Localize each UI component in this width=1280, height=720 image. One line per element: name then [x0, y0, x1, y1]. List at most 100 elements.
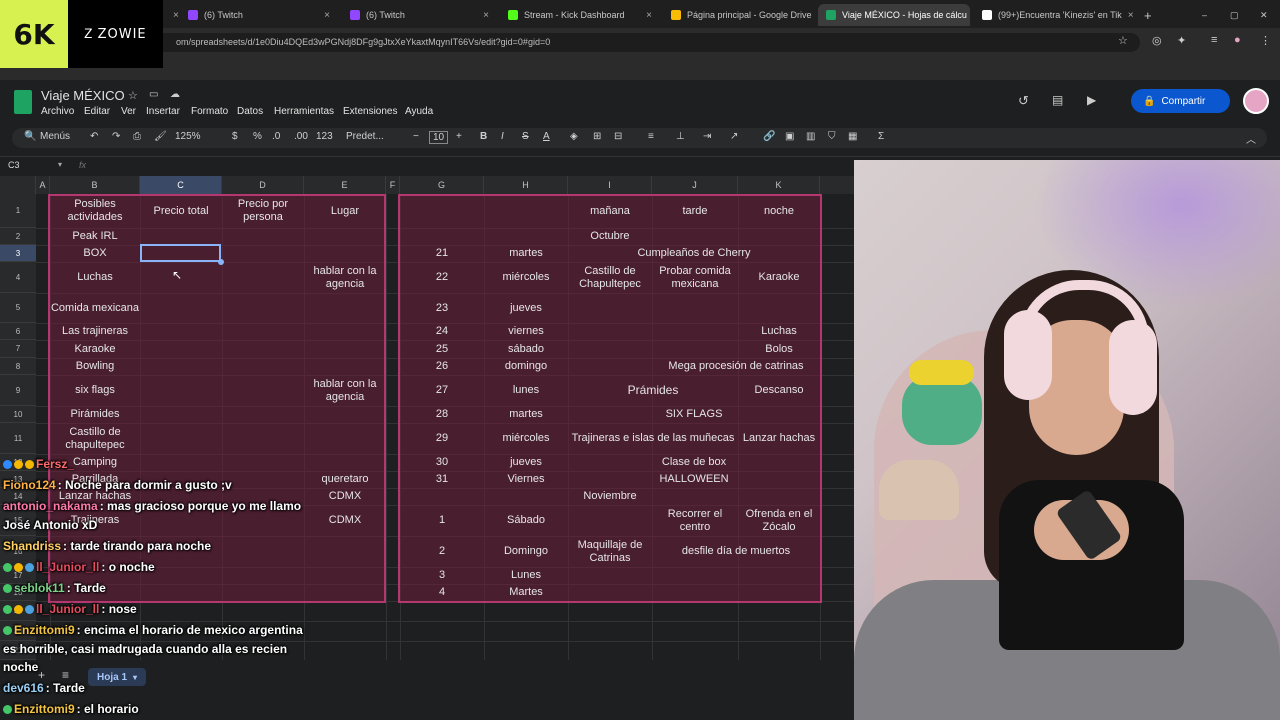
bookmark-star-icon[interactable]: ☆ — [1118, 34, 1128, 47]
minimize-icon[interactable]: – — [1194, 4, 1214, 26]
move-folder-icon[interactable]: ▭ — [149, 89, 158, 100]
header-morning[interactable]: mañana — [568, 194, 652, 228]
zoom-select[interactable]: 125% — [175, 131, 201, 142]
col-header-e[interactable]: E — [304, 176, 386, 194]
fill-color-icon[interactable]: ◈ — [570, 131, 578, 142]
day-number[interactable]: 25 — [400, 340, 484, 358]
day-number[interactable]: 30 — [400, 454, 484, 471]
selected-cell-c3[interactable] — [140, 244, 221, 262]
day-name[interactable]: Sábado — [484, 505, 568, 536]
day-name[interactable]: viernes — [484, 323, 568, 340]
browser-tab-twitch-1[interactable]: (6) Twitch × — [180, 4, 338, 26]
currency-button[interactable]: $ — [232, 131, 238, 142]
schedule-cell[interactable]: Trajineras e islas de las muñecas — [568, 423, 738, 454]
col-header-d[interactable]: D — [222, 176, 304, 194]
browser-tab-kick[interactable]: Stream - Kick Dashboard × — [500, 4, 660, 26]
header-total-price[interactable]: Precio total — [140, 194, 222, 228]
day-name[interactable]: domingo — [484, 358, 568, 375]
browser-tab-sheets[interactable]: Viaje MÉXICO - Hojas de cálcu× — [818, 4, 970, 26]
header-afternoon[interactable]: tarde — [652, 194, 738, 228]
row-header[interactable]: 9 — [0, 375, 36, 406]
borders-icon[interactable]: ⊞ — [593, 131, 601, 142]
filter-icon[interactable]: ⛉ — [828, 131, 836, 142]
schedule-cell[interactable]: Karaoke — [738, 262, 820, 293]
row-header[interactable]: 2 — [0, 228, 36, 245]
schedule-cell[interactable]: Prámides — [568, 375, 738, 406]
day-name[interactable]: Lunes — [484, 567, 568, 584]
menu-formato[interactable]: Formato — [191, 106, 228, 117]
col-header-b[interactable]: B — [50, 176, 140, 194]
bold-icon[interactable]: B — [480, 131, 487, 142]
undo-icon[interactable]: ↶ — [90, 131, 98, 142]
col-header-a[interactable]: A — [36, 176, 50, 194]
activity-cell[interactable]: Peak IRL — [50, 228, 140, 245]
row-header[interactable]: 11 — [0, 423, 36, 454]
row-header[interactable]: 8 — [0, 358, 36, 375]
font-select[interactable]: Predet... — [346, 131, 384, 142]
schedule-cell[interactable]: Cumpleaños de Cherry — [568, 245, 820, 262]
day-number[interactable]: 21 — [400, 245, 484, 262]
activity-cell[interactable]: Comida mexicana — [50, 293, 140, 323]
all-sheets-icon[interactable]: ≡ — [62, 668, 69, 682]
day-number[interactable]: 27 — [400, 375, 484, 406]
row-header[interactable]: 1 — [0, 194, 36, 228]
sheet-tab-hoja1[interactable]: Hoja 1 ▾ — [88, 668, 146, 686]
schedule-cell[interactable]: Mega procesión de catrinas — [652, 358, 820, 375]
day-name[interactable]: miércoles — [484, 262, 568, 293]
schedule-cell[interactable]: desfile día de muertos — [652, 536, 820, 567]
activity-cell[interactable]: BOX — [50, 245, 140, 262]
day-name[interactable]: sábado — [484, 340, 568, 358]
day-name[interactable]: Domingo — [484, 536, 568, 567]
url-field[interactable]: om/spreadsheets/d/1e0Diu4DQEd3wPGNdj8DFg… — [150, 33, 1140, 52]
col-header-c[interactable]: C — [140, 176, 222, 194]
insert-link-icon[interactable]: 🔗 — [763, 131, 775, 142]
col-header-h[interactable]: H — [484, 176, 568, 194]
month-november[interactable]: Noviembre — [400, 488, 820, 505]
name-box[interactable]: C3 — [8, 160, 20, 170]
insert-comment-icon[interactable]: ▣ — [785, 131, 794, 142]
col-header-j[interactable]: J — [652, 176, 738, 194]
text-wrap-icon[interactable]: ⇥ — [703, 131, 711, 142]
col-header-g[interactable]: G — [400, 176, 484, 194]
schedule-cell[interactable]: Bolos — [738, 340, 820, 358]
schedule-cell[interactable]: Probar comida mexicana — [652, 262, 738, 293]
menu-archivo[interactable]: Archivo — [41, 106, 74, 117]
day-number[interactable]: 23 — [400, 293, 484, 323]
schedule-cell[interactable]: Ofrenda en el Zócalo — [738, 505, 820, 536]
browser-tab-twitch-2[interactable]: (6) Twitch × — [342, 4, 497, 26]
activity-cell[interactable]: Karaoke — [50, 340, 140, 358]
place-cell[interactable]: CDMX — [304, 488, 386, 505]
header-price-per-person[interactable]: Precio por persona — [222, 194, 304, 228]
day-name[interactable]: jueves — [484, 454, 568, 471]
day-number[interactable]: 26 — [400, 358, 484, 375]
day-number[interactable]: 29 — [400, 423, 484, 454]
activity-cell[interactable]: six flags — [50, 375, 140, 406]
day-name[interactable]: jueves — [484, 293, 568, 323]
insert-chart-icon[interactable]: ▥ — [806, 131, 815, 142]
menu-ver[interactable]: Ver — [121, 106, 136, 117]
media-icon[interactable]: ≡ — [1211, 34, 1217, 46]
increase-decimal-button[interactable]: .00 — [294, 131, 308, 142]
star-icon[interactable]: ☆ — [128, 89, 138, 102]
menu-datos[interactable]: Datos — [237, 106, 263, 117]
day-number[interactable]: 3 — [400, 567, 484, 584]
new-tab-icon[interactable]: + — [1136, 4, 1156, 26]
close-icon[interactable]: × — [483, 10, 489, 21]
day-name[interactable]: martes — [484, 245, 568, 262]
day-number[interactable]: 31 — [400, 471, 484, 488]
add-sheet-icon[interactable]: + — [38, 668, 45, 682]
row-header[interactable]: 4 — [0, 262, 36, 293]
schedule-cell[interactable]: SIX FLAGS — [568, 406, 820, 423]
close-icon[interactable]: × — [1128, 10, 1134, 21]
day-number[interactable]: 28 — [400, 406, 484, 423]
schedule-cell[interactable]: Lanzar hachas — [738, 423, 820, 454]
month-october[interactable]: Octubre — [400, 228, 820, 245]
text-color-icon[interactable]: A — [543, 131, 550, 142]
share-button[interactable]: 🔒 Compartir — [1131, 89, 1230, 113]
browser-tab-tiktok[interactable]: (99+)Encuentra 'Kinezis' en Tik × — [974, 4, 1134, 26]
schedule-cell[interactable]: Castillo de Chapultepec — [568, 262, 652, 293]
schedule-cell[interactable]: Descanso — [738, 375, 820, 406]
chevron-down-icon[interactable]: ▾ — [133, 673, 137, 682]
menu-insertar[interactable]: Insertar — [146, 106, 180, 117]
close-window-icon[interactable]: ✕ — [1252, 4, 1272, 26]
